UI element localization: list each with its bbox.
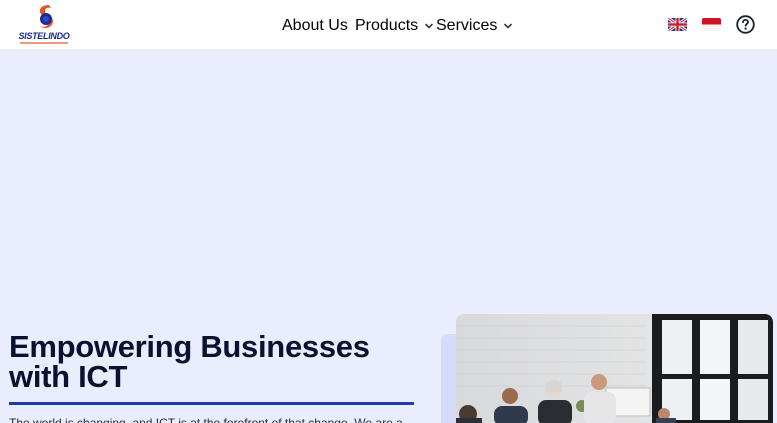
chevron-down-icon [425, 23, 433, 29]
nav-services-label: Services [436, 17, 498, 34]
nav-about-us-label: About Us [282, 17, 348, 34]
office-team-image [456, 314, 773, 423]
nav-services[interactable]: Services [436, 17, 513, 35]
hero-divider [9, 402, 414, 405]
nav-products[interactable]: Products [355, 17, 434, 35]
logo-tagline-bar [20, 42, 68, 44]
indonesia-flag-icon [702, 18, 721, 31]
hero-description: The world is changing, and ICT is at the… [9, 416, 403, 423]
nav-products-label: Products [355, 17, 419, 34]
hero-title: Empowering Businesses with ICT [9, 331, 409, 394]
hero-title-line-2: with ICT [9, 359, 128, 394]
chevron-down-icon [504, 23, 513, 29]
logo-mark-icon [39, 5, 53, 29]
language-english-button[interactable] [668, 18, 687, 31]
help-button[interactable] [736, 15, 755, 34]
hero-team-photo [456, 314, 773, 423]
company-logo[interactable]: SISTELINDO [18, 4, 70, 46]
uk-flag-icon [668, 18, 687, 31]
language-indonesian-button[interactable] [702, 18, 721, 31]
site-header: SISTELINDO About Us Products Services [0, 0, 777, 50]
nav-about-us[interactable]: About Us [282, 17, 348, 35]
logo-wordmark: SISTELINDO [18, 31, 70, 41]
help-circle-icon [736, 15, 755, 34]
